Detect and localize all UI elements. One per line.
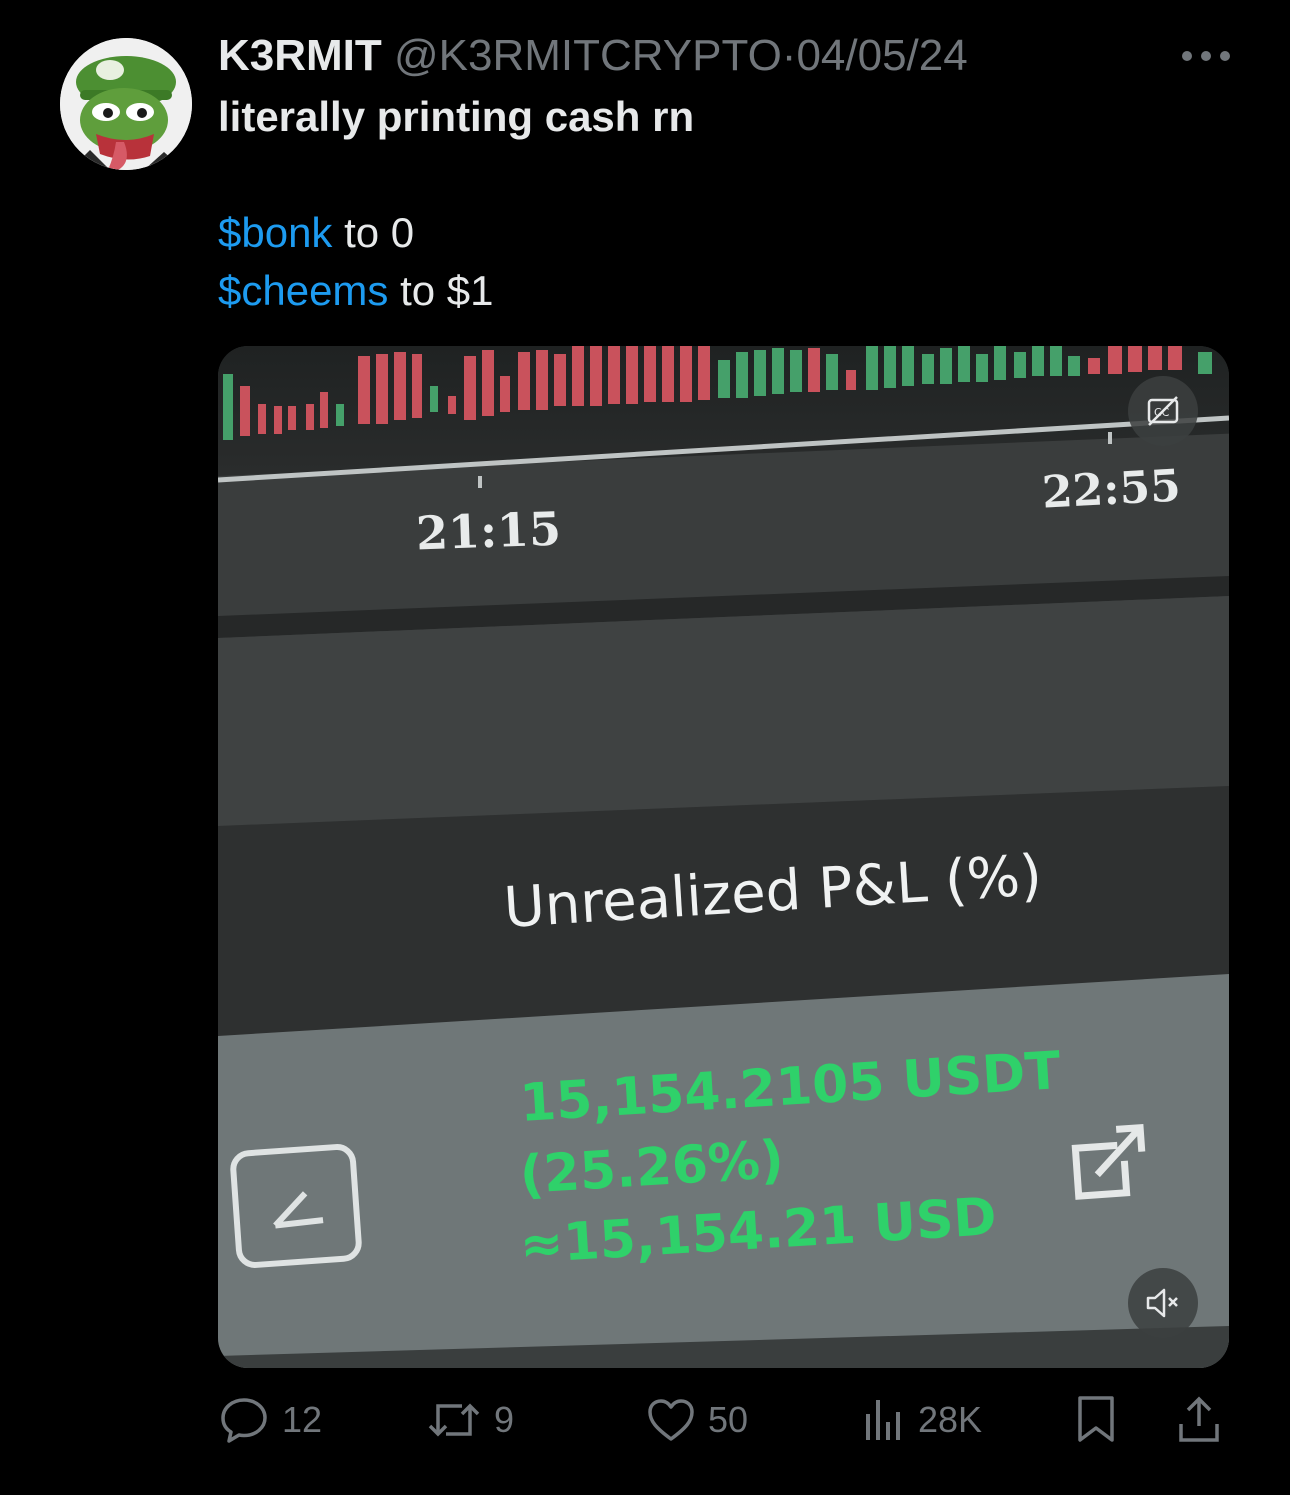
view-count: 28K — [918, 1399, 983, 1440]
more-options-icon[interactable] — [1180, 44, 1232, 68]
tweet-text-line-2: $bonk to 0 — [218, 208, 414, 258]
tweet-action-bar: 12 9 50 28K — [218, 1392, 1229, 1448]
analytics-icon — [866, 1400, 900, 1440]
tweet-text-line-3-rest: to $1 — [388, 267, 494, 314]
display-name[interactable]: K3RMIT — [218, 31, 382, 80]
share-button[interactable] — [1176, 1392, 1222, 1448]
repost-icon — [428, 1403, 480, 1437]
cashtag-cheems[interactable]: $cheems — [218, 267, 388, 314]
reply-button[interactable]: 12 — [218, 1392, 322, 1448]
views-button[interactable]: 28K — [862, 1392, 982, 1448]
chart-time-label-1: 21:15 — [415, 501, 562, 561]
bookmark-icon — [1078, 1396, 1114, 1442]
tweet-date[interactable]: 04/05/24 — [796, 31, 967, 80]
pepe-avatar-image — [60, 38, 192, 170]
avatar[interactable] — [60, 38, 192, 170]
repost-count: 9 — [494, 1399, 515, 1440]
captions-button[interactable]: CC — [1128, 376, 1198, 446]
video-player[interactable]: 21:15 22:55 Unrealized P&L (%) 15,154.21… — [218, 346, 1229, 1368]
like-button[interactable]: 50 — [646, 1392, 748, 1448]
tweet-text-line-2-rest: to 0 — [332, 209, 415, 256]
bookmark-button[interactable] — [1074, 1392, 1118, 1448]
cashtag-bonk[interactable]: $bonk — [218, 209, 332, 256]
like-count: 50 — [708, 1399, 749, 1440]
share-icon — [1179, 1396, 1219, 1442]
volume-muted-icon — [1146, 1288, 1178, 1318]
reply-count: 12 — [282, 1399, 323, 1440]
heart-icon — [648, 1399, 694, 1441]
tweet-header: K3RMIT @K3RMITCRYPTO·04/05/24 — [218, 30, 968, 82]
tweet-text-line-1: literally printing cash rn — [218, 93, 695, 140]
repost-button[interactable]: 9 — [426, 1392, 514, 1448]
tweet-text-line-3: $cheems to $1 — [218, 266, 494, 316]
chart-time-label-2: 22:55 — [1040, 460, 1182, 519]
mute-button[interactable] — [1128, 1268, 1198, 1338]
separator-dot: · — [781, 31, 797, 80]
captions-off-icon: CC — [1147, 396, 1179, 426]
user-handle[interactable]: @K3RMITCRYPTO — [394, 31, 782, 80]
reply-icon — [221, 1398, 267, 1443]
